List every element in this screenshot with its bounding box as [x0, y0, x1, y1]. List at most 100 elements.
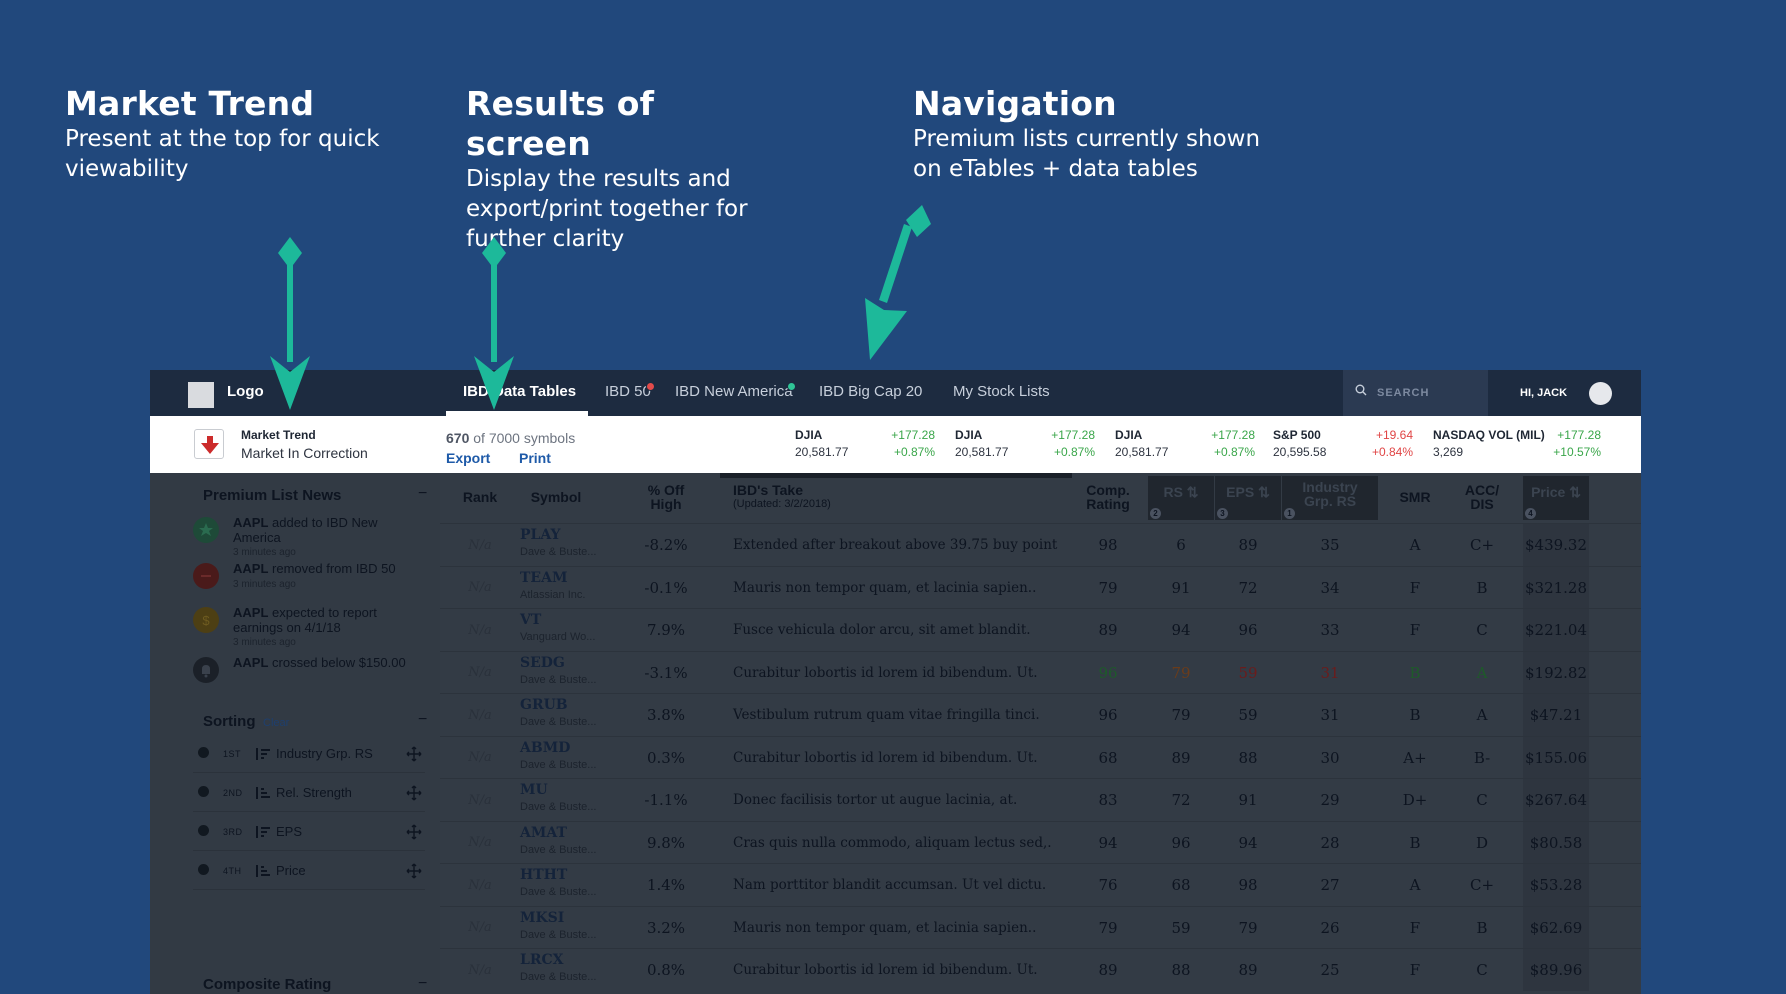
index-quote[interactable]: NASDAQ VOL (MIL) +177.28 3,269 +10.57% [1433, 428, 1601, 464]
news-text: removed from IBD 50 [272, 561, 396, 576]
cell-acc: B- [1473, 748, 1491, 767]
clear-sorting-link[interactable]: Clear [263, 717, 289, 729]
collapse-icon[interactable]: − [418, 485, 427, 503]
arrow-navigation [865, 205, 931, 360]
logo-text[interactable]: Logo [227, 383, 264, 400]
remove-sort-icon[interactable] [198, 747, 209, 758]
drag-handle-icon[interactable] [406, 785, 422, 801]
column-header-smr[interactable]: SMR [1384, 490, 1446, 504]
collapse-icon[interactable]: − [418, 711, 427, 729]
header-line: RS [1163, 484, 1183, 500]
cell-symbol[interactable]: PLAY [520, 527, 561, 543]
logo-icon[interactable] [188, 382, 214, 408]
header-line: Rating [1086, 496, 1130, 512]
table-row[interactable]: N/a MU Dave & Buste... -1.1% Donec facilisis… [440, 778, 1641, 821]
column-header-industry-rs[interactable]: Industry Grp. RS 1 [1282, 476, 1378, 520]
avatar[interactable] [1589, 382, 1612, 405]
cell-symbol[interactable]: GRUB [520, 697, 568, 713]
drag-handle-icon[interactable] [406, 824, 422, 840]
composite-rating-heading[interactable]: Composite Rating [203, 976, 331, 993]
column-header-eps[interactable]: EPS ⇅ 3 [1215, 476, 1281, 520]
market-trend-status: Market In Correction [241, 445, 368, 461]
export-button[interactable]: Export [446, 450, 490, 466]
premium-news-heading[interactable]: Premium List News [203, 487, 341, 504]
table-row[interactable]: N/a ABMD Dave & Buste... 0.3% Curabitur lobo… [440, 735, 1641, 779]
sort-descending-icon[interactable] [255, 824, 271, 840]
sort-row[interactable]: 1ST Industry Grp. RS [193, 735, 425, 773]
remove-sort-icon[interactable] [198, 825, 209, 836]
table-row[interactable]: N/a GRUB Dave & Buste... 3.8% Vestibulum rut… [440, 693, 1641, 736]
remove-sort-icon[interactable] [198, 864, 209, 875]
column-header-price[interactable]: Price ⇅ 4 [1523, 476, 1589, 520]
collapse-icon[interactable]: − [418, 975, 427, 993]
cell-symbol[interactable]: MKSI [520, 910, 564, 926]
sort-ascending-icon[interactable] [255, 785, 271, 801]
bell-icon [193, 657, 219, 683]
column-header-rank[interactable]: Rank [450, 490, 510, 504]
cell-symbol[interactable]: AMAT [520, 825, 567, 841]
index-quote[interactable]: DJIA +177.28 20,581.77 +0.87% [795, 428, 935, 464]
sidebar: Premium List News − AAPL added to IBD Ne… [150, 473, 440, 994]
cell-rs: 89 [1171, 748, 1191, 767]
remove-sort-icon[interactable] [198, 786, 209, 797]
cell-symbol[interactable]: LRCX [520, 952, 563, 968]
header-line: IBD's Take [733, 482, 803, 498]
cell-rs: 68 [1171, 876, 1191, 894]
column-header-acc-dis[interactable]: ACC/ DIS [1450, 483, 1514, 511]
table-row[interactable]: N/a AMAT Dave & Buste... 9.8% Cras quis null… [440, 820, 1641, 864]
sort-row[interactable]: 3RD EPS [193, 813, 425, 851]
header-line: ACC/ [1464, 482, 1500, 498]
cell-off: 1.4% [646, 876, 686, 894]
tab-ibd-new-america[interactable]: IBD New America [675, 383, 793, 400]
cell-take: Curabitur lobortis id lorem id bibendum.… [733, 664, 1038, 681]
cell-symbol[interactable]: VT [520, 612, 541, 628]
cell-symbol[interactable]: ABMD [520, 740, 570, 756]
column-header-symbol[interactable]: Symbol [520, 490, 592, 504]
search-input[interactable]: SEARCH [1343, 370, 1488, 416]
tab-ibd-big-cap-20[interactable]: IBD Big Cap 20 [819, 383, 922, 400]
cell-acc: C+ [1469, 536, 1495, 554]
table-row[interactable]: N/a MKSI Dave & Buste... 3.2% Mauris non tem… [440, 905, 1641, 949]
cell-rank: N/a [468, 792, 492, 808]
print-button[interactable]: Print [519, 450, 551, 466]
tab-ibd-data-tables[interactable]: IBD Data Tables [463, 383, 576, 400]
tab-ibd-50[interactable]: IBD 50 [605, 383, 651, 400]
sort-descending-icon[interactable] [255, 746, 271, 762]
cell-off: 0.3% [646, 748, 686, 767]
table-row[interactable]: N/a HTHT Dave & Buste... 1.4% Nam porttitor … [440, 863, 1641, 906]
app-window: Logo IBD Data Tables IBD 50 IBD New Amer… [150, 370, 1641, 994]
drag-handle-icon[interactable] [406, 863, 422, 879]
index-value: 20,581.77 [1115, 445, 1169, 459]
cell-take: Mauris non tempor quam, et lacinia sapie… [733, 579, 1037, 596]
tab-my-stock-lists[interactable]: My Stock Lists [953, 383, 1050, 400]
sort-row[interactable]: 4TH Price [193, 852, 425, 890]
column-header-ibd-take[interactable]: IBD's Take (Updated: 3/2/2018) [733, 483, 933, 511]
cell-eps: 79 [1238, 918, 1258, 937]
cell-symbol[interactable]: MU [520, 782, 548, 798]
cell-ind: 28 [1320, 833, 1340, 852]
user-greeting[interactable]: HI, JACK [1520, 387, 1567, 399]
table-row[interactable]: N/a TEAM Atlassian Inc. -0.1% Mauris non tem… [440, 565, 1641, 609]
cell-comp: 83 [1098, 791, 1118, 809]
cell-smr: F [1409, 578, 1421, 597]
table-row[interactable]: N/a VT Vanguard Wo... 7.9% Fusce vehicula do… [440, 608, 1641, 651]
sort-ascending-icon[interactable] [255, 863, 271, 879]
drag-handle-icon[interactable] [406, 746, 422, 762]
table-row[interactable]: N/a LRCX Dave & Buste... 0.8% Curabitur lobo… [440, 948, 1641, 991]
sort-row[interactable]: 2ND Rel. Strength [193, 774, 425, 812]
column-header-off-high[interactable]: % Off High [626, 483, 706, 511]
cell-symbol[interactable]: HTHT [520, 867, 567, 883]
table-row[interactable]: N/a PLAY Dave & Buste... -8.2% Extended afte… [440, 523, 1641, 566]
sort-icon: ⇅ [1569, 484, 1581, 500]
cell-acc: B [1476, 918, 1488, 937]
table-row[interactable]: N/a SEDG Dave & Buste... -3.1% Curabitur lob… [440, 650, 1641, 694]
index-quote[interactable]: DJIA +177.28 20,581.77 +0.87% [1115, 428, 1255, 464]
index-quote[interactable]: S&P 500 +19.64 20,595.58 +0.84% [1273, 428, 1413, 464]
index-quote[interactable]: DJIA +177.28 20,581.77 +0.87% [955, 428, 1095, 464]
cell-symbol[interactable]: TEAM [520, 570, 567, 586]
cell-symbol[interactable]: SEDG [520, 655, 565, 671]
cell-rs: 59 [1171, 918, 1191, 937]
news-symbol: AAPL [233, 515, 269, 530]
column-header-rs[interactable]: RS ⇅ 2 [1148, 476, 1214, 520]
column-header-comp-rating[interactable]: Comp. Rating [1075, 483, 1141, 511]
